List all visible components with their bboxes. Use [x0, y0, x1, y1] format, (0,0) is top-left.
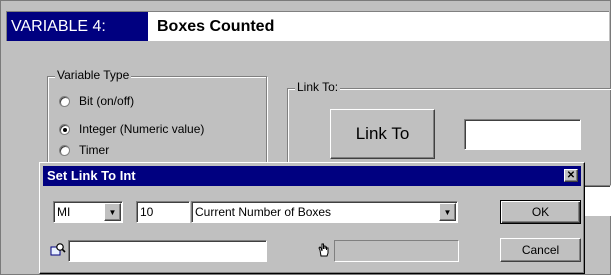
variable-type-legend: Variable Type [55, 68, 132, 82]
search-icon[interactable] [49, 240, 67, 258]
dialog-title: Set Link To Int [47, 168, 136, 183]
radio-timer[interactable]: Timer [59, 142, 109, 158]
dialog-title-bar: Set Link To Int ✕ [43, 166, 581, 186]
radio-bit-circle[interactable] [59, 95, 70, 107]
link-to-value-field[interactable] [464, 119, 581, 150]
radio-timer-label: Timer [79, 143, 110, 157]
radio-bit[interactable]: Bit (on/off) [59, 93, 134, 109]
set-link-dialog: Set Link To Int ✕ MI ▼ 10 Current Number… [39, 162, 585, 274]
link-to-legend: Link To: [295, 80, 341, 94]
radio-bit-label: Bit (on/off) [79, 94, 135, 108]
radio-integer-circle[interactable] [59, 123, 70, 135]
search-input[interactable] [68, 240, 267, 262]
ok-button[interactable]: OK [500, 200, 581, 224]
radio-integer[interactable]: Integer (Numeric value) [59, 121, 204, 137]
hand-pointer-icon[interactable] [315, 241, 333, 259]
radio-integer-label: Integer (Numeric value) [79, 122, 205, 136]
chevron-down-icon[interactable]: ▼ [439, 203, 456, 221]
variable-editor-window: VARIABLE 4: Boxes Counted Variable Type … [0, 0, 611, 275]
type-select[interactable]: MI ▼ [53, 201, 123, 223]
description-select[interactable]: Current Number of Boxes ▼ [191, 201, 458, 223]
variable-number-label: VARIABLE 4: [7, 12, 148, 41]
description-select-value: Current Number of Boxes [195, 205, 332, 219]
address-input[interactable]: 10 [136, 201, 190, 223]
variable-name-field[interactable]: Boxes Counted [157, 12, 274, 41]
type-select-value: MI [57, 205, 71, 219]
cancel-button[interactable]: Cancel [500, 238, 581, 262]
chevron-down-icon[interactable]: ▼ [104, 203, 121, 221]
variable-header: VARIABLE 4: Boxes Counted [6, 11, 609, 41]
radio-timer-circle[interactable] [59, 144, 70, 156]
link-to-button[interactable]: Link To [330, 109, 435, 159]
pointer-value-field [334, 240, 459, 262]
close-icon[interactable]: ✕ [564, 169, 578, 182]
